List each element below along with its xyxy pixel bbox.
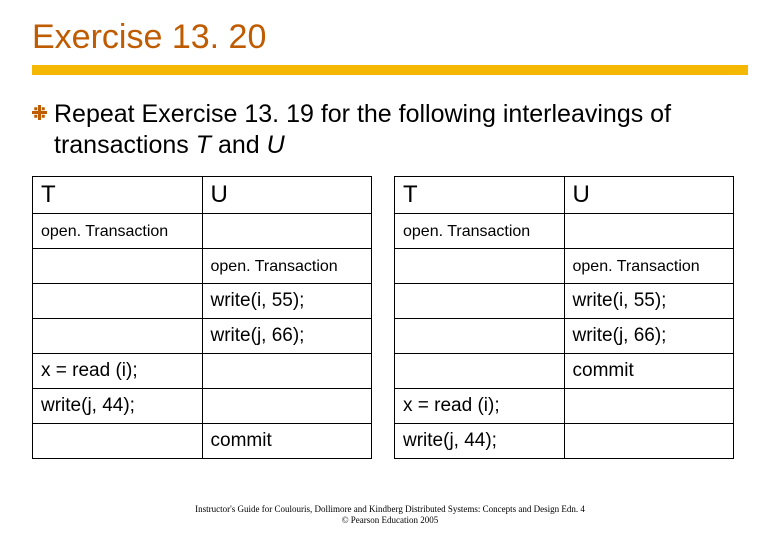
col-header-u: U	[564, 176, 734, 213]
col-header-u: U	[202, 176, 372, 213]
footer-line-1: Instructor's Guide for Coulouris, Dollim…	[0, 504, 780, 515]
cell	[202, 388, 372, 423]
col-header-t: T	[395, 176, 565, 213]
cell: x = read (i);	[33, 353, 203, 388]
cell	[395, 248, 565, 283]
table-row: x = read (i);	[395, 388, 734, 423]
table-row: T U	[395, 176, 734, 213]
cell	[564, 423, 734, 458]
cell: write(j, 66);	[202, 318, 372, 353]
cell	[395, 283, 565, 318]
cell	[395, 318, 565, 353]
body-text-pre: Repeat Exercise 13. 19 for the following…	[54, 100, 671, 159]
cell: commit	[202, 423, 372, 458]
table-row: open. Transaction	[395, 248, 734, 283]
footer: Instructor's Guide for Coulouris, Dollim…	[0, 504, 780, 526]
table-row: open. Transaction	[33, 213, 372, 248]
cell	[202, 213, 372, 248]
cell	[202, 353, 372, 388]
cell: open. Transaction	[202, 248, 372, 283]
cell	[564, 388, 734, 423]
table-row: commit	[395, 353, 734, 388]
interleaving-table-2: T U open. Transaction open. Transaction …	[394, 176, 734, 459]
cell	[564, 213, 734, 248]
table-row: write(i, 55);	[33, 283, 372, 318]
cell: write(j, 66);	[564, 318, 734, 353]
cell	[33, 283, 203, 318]
cell: open. Transaction	[395, 213, 565, 248]
table-row: write(i, 55);	[395, 283, 734, 318]
table-row: commit	[33, 423, 372, 458]
cell	[395, 353, 565, 388]
body-paragraph: Repeat Exercise 13. 19 for the following…	[32, 99, 748, 162]
cell	[33, 248, 203, 283]
table-row: open. Transaction	[395, 213, 734, 248]
page-title: Exercise 13. 20	[32, 18, 748, 57]
cell: x = read (i);	[395, 388, 565, 423]
table-row: write(j, 66);	[395, 318, 734, 353]
cell: open. Transaction	[33, 213, 203, 248]
table-row: write(j, 66);	[33, 318, 372, 353]
bullet-icon	[32, 105, 47, 120]
title-rule	[32, 65, 748, 75]
cell: write(j, 44);	[33, 388, 203, 423]
cell: write(i, 55);	[564, 283, 734, 318]
table-row: open. Transaction	[33, 248, 372, 283]
cell	[33, 318, 203, 353]
body-text-u: U	[267, 131, 285, 159]
table-row: write(j, 44);	[395, 423, 734, 458]
cell	[33, 423, 203, 458]
footer-line-2: © Pearson Education 2005	[0, 515, 780, 526]
cell: write(j, 44);	[395, 423, 565, 458]
cell: write(i, 55);	[202, 283, 372, 318]
table-row: T U	[33, 176, 372, 213]
tables-container: T U open. Transaction open. Transaction …	[32, 176, 748, 459]
cell: open. Transaction	[564, 248, 734, 283]
col-header-t: T	[33, 176, 203, 213]
cell: commit	[564, 353, 734, 388]
body-text-mid: and	[211, 131, 267, 159]
table-row: x = read (i);	[33, 353, 372, 388]
interleaving-table-1: T U open. Transaction open. Transaction …	[32, 176, 372, 459]
table-row: write(j, 44);	[33, 388, 372, 423]
body-text-t: T	[196, 131, 211, 159]
